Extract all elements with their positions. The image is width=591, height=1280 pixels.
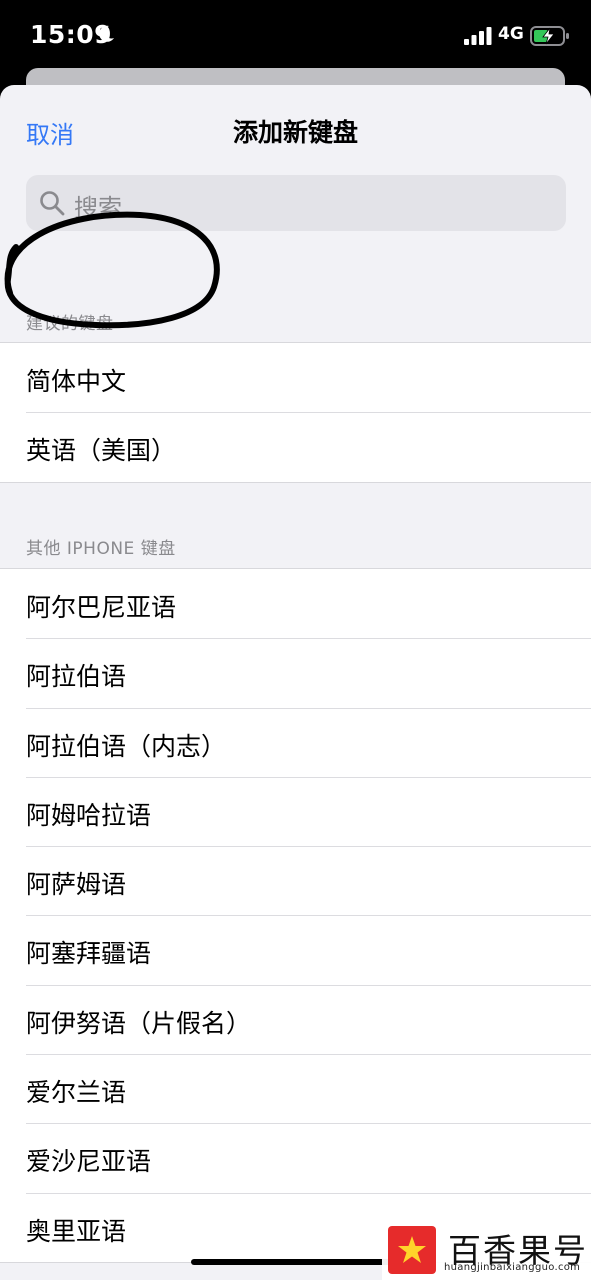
keyboard-item-english-us[interactable]: 英语（美国） — [0, 412, 591, 481]
list-item-label: 阿伊努语（片假名） — [26, 1008, 252, 1038]
list-item-label: 阿萨姆语 — [26, 870, 127, 900]
page-title: 添加新键盘 — [232, 118, 358, 147]
list-item-label: 阿尔巴尼亚语 — [26, 593, 177, 622]
keyboard-item[interactable]: 爱沙尼亚语 — [0, 1123, 591, 1192]
keyboard-item[interactable]: 阿塞拜疆语 — [0, 915, 591, 984]
signal-icon — [464, 27, 492, 45]
list-item-label: 阿拉伯语 — [26, 662, 127, 692]
battery-charging-icon — [530, 26, 569, 46]
keyboard-item-simplified-chinese[interactable]: 简体中文 — [0, 343, 591, 412]
section-header-other: 其他 IPHONE 键盘 — [26, 539, 176, 559]
keyboard-item[interactable]: 阿尔巴尼亚语 — [0, 569, 591, 638]
list-item-label: 阿拉伯语（内志） — [26, 731, 227, 761]
moon-icon — [99, 25, 114, 42]
list-item-label: 奥里亚语 — [26, 1216, 127, 1246]
search-icon — [40, 191, 65, 216]
keyboard-item[interactable]: 阿姆哈拉语 — [0, 776, 591, 846]
home-indicator[interactable] — [191, 1259, 401, 1265]
suggested-keyboard-list: 简体中文 英语（美国） — [0, 342, 591, 483]
list-item-label: 爱沙尼亚语 — [26, 1147, 152, 1177]
list-item-label: 阿塞拜疆语 — [26, 939, 152, 969]
keyboard-item[interactable]: 爱尔兰语 — [0, 1054, 591, 1123]
keyboard-item[interactable]: 阿拉伯语（内志） — [0, 707, 591, 777]
search-input[interactable]: 搜索 — [26, 175, 566, 231]
watermark-url: huangjinbaixiangguo.com — [444, 1262, 581, 1273]
add-keyboard-sheet: 取消 添加新键盘 搜索 建议的键盘 简体中文 英语（美国） 其他 IPHONE … — [0, 85, 591, 1280]
section-header-suggested: 建议的键盘 — [26, 314, 114, 334]
network-type: 4G — [498, 24, 524, 44]
watermark: 百香果号 huangjinbaixiangguo.com — [382, 1222, 591, 1280]
keyboard-item[interactable]: 阿拉伯语 — [0, 638, 591, 707]
list-item-label: 简体中文 — [26, 367, 127, 396]
list-item-label: 爱尔兰语 — [26, 1078, 127, 1108]
list-item-label: 英语（美国） — [26, 436, 177, 466]
watermark-logo-icon — [388, 1226, 436, 1274]
keyboard-item[interactable]: 阿伊努语（片假名） — [0, 984, 591, 1054]
status-bar: 15:09 4G — [0, 0, 591, 70]
search-placeholder: 搜索 — [74, 194, 122, 222]
keyboard-item[interactable]: 阿萨姆语 — [0, 846, 591, 915]
list-item-label: 阿姆哈拉语 — [26, 800, 152, 830]
other-keyboard-list: 阿尔巴尼亚语 阿拉伯语 阿拉伯语（内志） 阿姆哈拉语 阿萨姆语 阿塞拜疆语 阿伊… — [0, 568, 591, 1263]
